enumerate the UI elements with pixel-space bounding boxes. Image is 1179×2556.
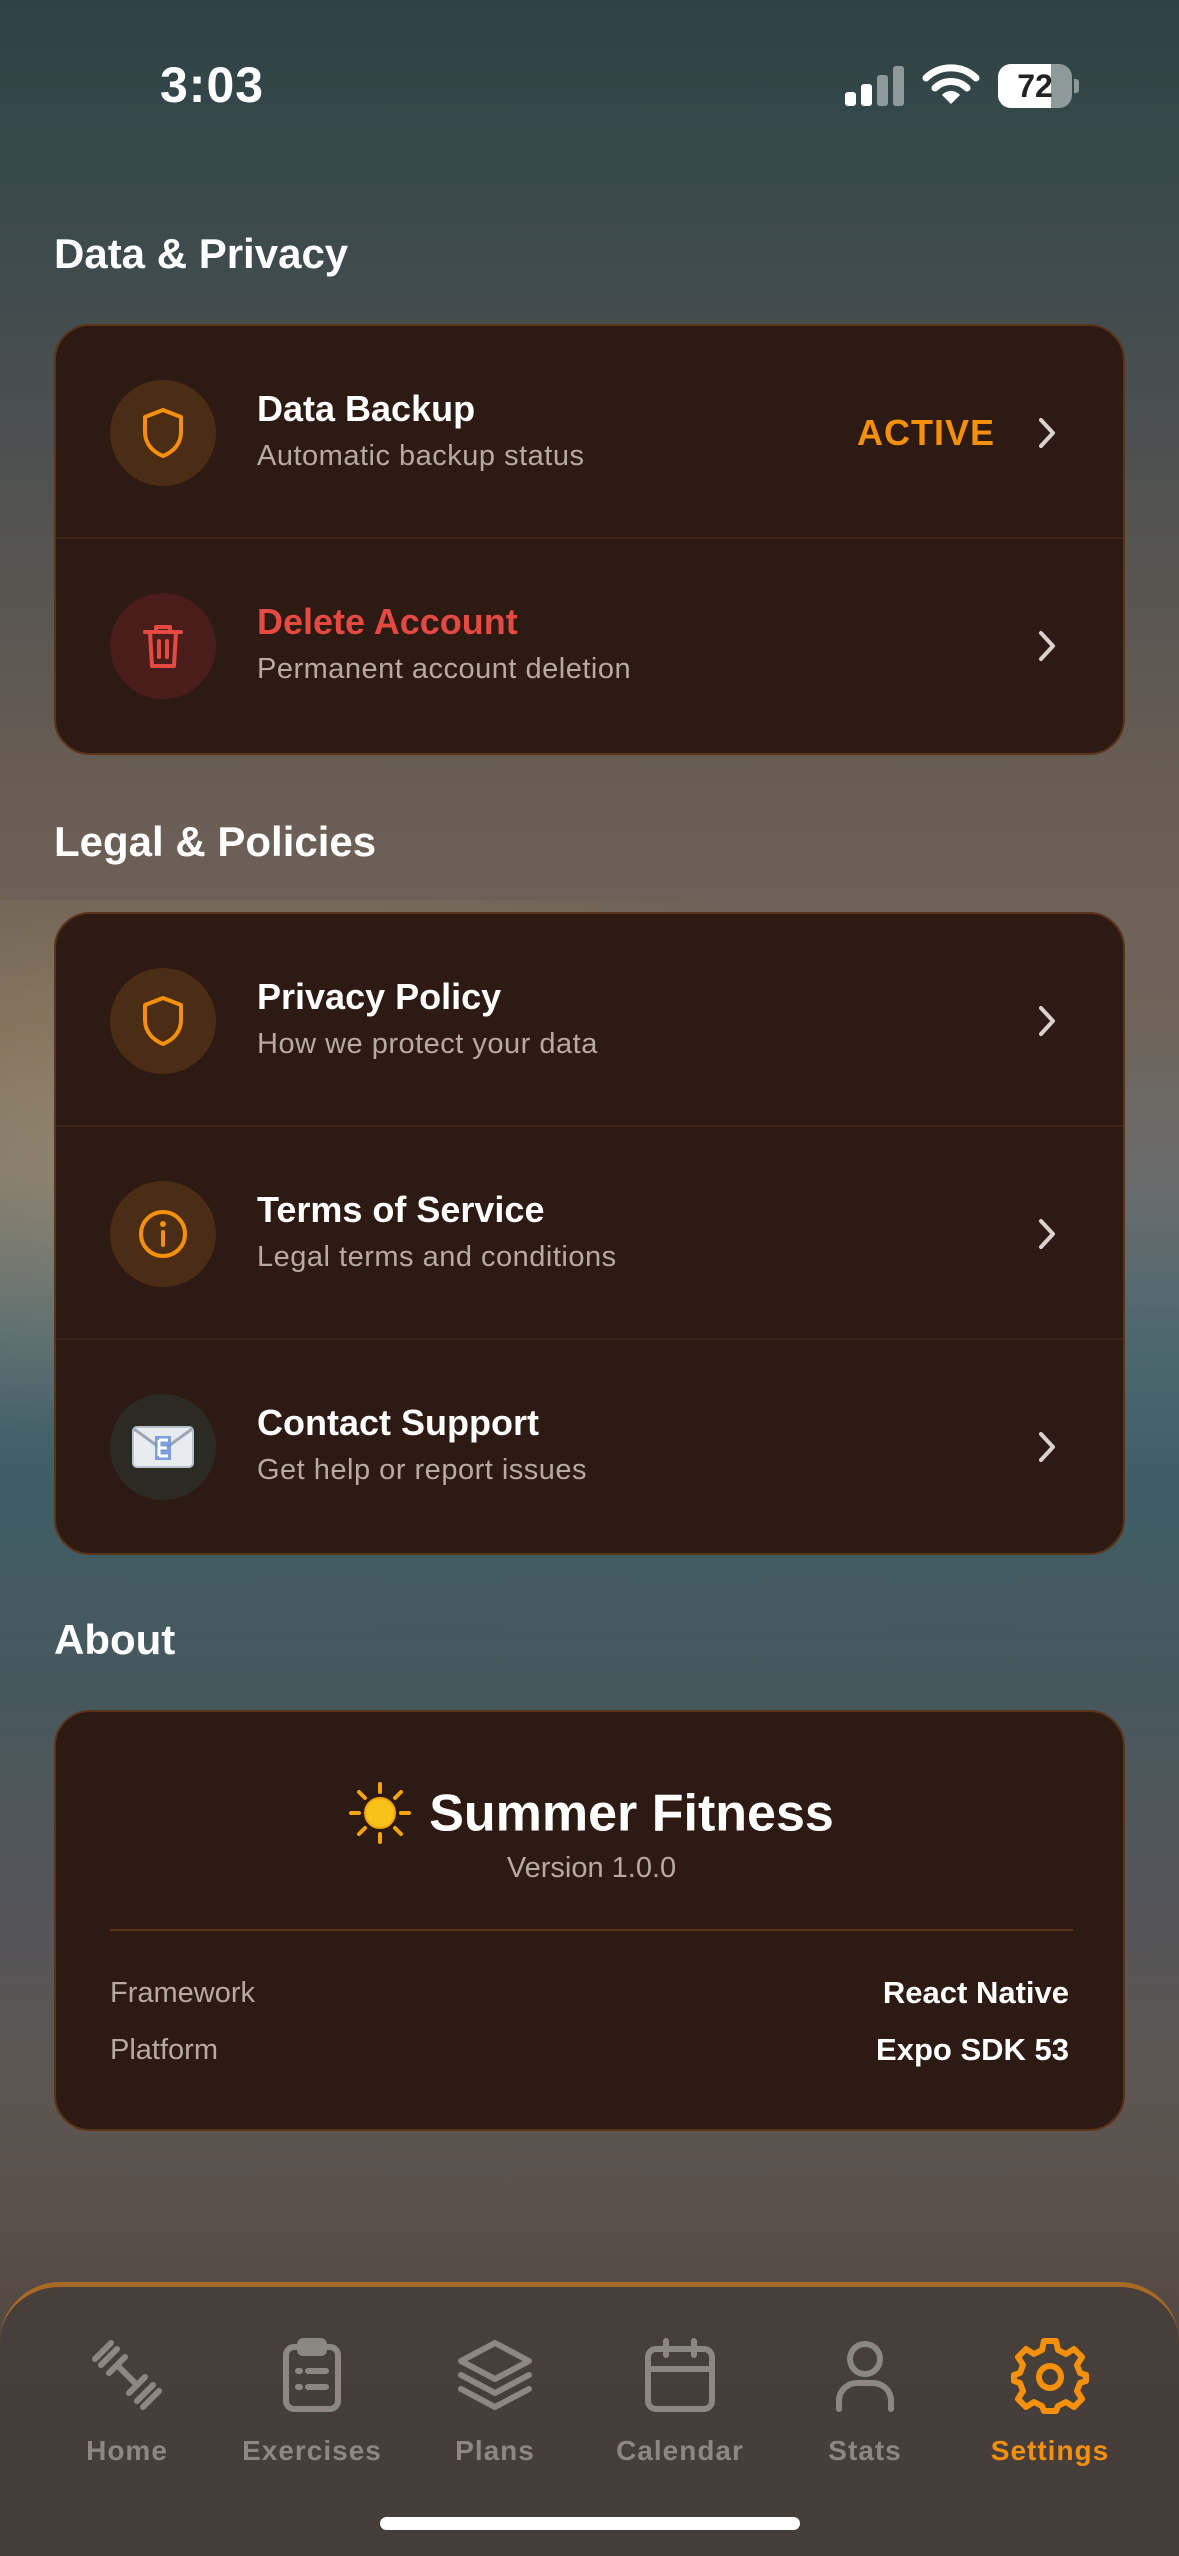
contact-support-row[interactable]: Contact Support Get help or report issue… xyxy=(56,1340,1123,1553)
status-bar: 3:03 72 xyxy=(0,0,1179,170)
terms-of-service-subtitle: Legal terms and conditions xyxy=(257,1241,617,1273)
terms-of-service-title: Terms of Service xyxy=(257,1189,545,1230)
tab-settings[interactable]: Settings xyxy=(960,2335,1140,2485)
calendar-icon xyxy=(645,2338,715,2412)
contact-support-title: Contact Support xyxy=(257,1402,539,1443)
user-icon xyxy=(836,2341,894,2412)
chevron-right-icon xyxy=(1039,1006,1055,1036)
contact-support-subtitle: Get help or report issues xyxy=(257,1454,588,1486)
tab-stats[interactable]: Stats xyxy=(775,2335,955,2485)
status-time: 3:03 xyxy=(160,57,265,113)
shield-icon xyxy=(110,380,216,486)
privacy-policy-row[interactable]: Privacy Policy How we protect your data xyxy=(56,914,1123,1127)
data-privacy-card: Data Backup Automatic backup status ACTI… xyxy=(54,324,1125,755)
terms-of-service-row[interactable]: Terms of Service Legal terms and conditi… xyxy=(56,1127,1123,1340)
tab-calendar[interactable]: Calendar xyxy=(590,2335,770,2485)
chevron-right-icon xyxy=(1039,631,1055,661)
tab-home[interactable]: Home xyxy=(37,2335,217,2485)
layers-icon xyxy=(458,2340,532,2410)
tab-label-stats: Stats xyxy=(828,2435,902,2466)
info-icon xyxy=(110,1181,216,1287)
tab-plans[interactable]: Plans xyxy=(405,2335,585,2485)
delete-account-subtitle: Permanent account deletion xyxy=(257,653,632,685)
data-backup-title: Data Backup xyxy=(257,388,476,429)
tab-label-plans: Plans xyxy=(455,2435,535,2466)
tab-label-exercises: Exercises xyxy=(242,2435,382,2466)
tab-label-home: Home xyxy=(86,2435,168,2466)
tab-exercises[interactable]: Exercises xyxy=(222,2335,402,2485)
framework-value: React Native xyxy=(882,1975,1069,2010)
tab-label-calendar: Calendar xyxy=(616,2435,744,2466)
data-backup-subtitle: Automatic backup status xyxy=(257,440,585,472)
cellular-signal-icon xyxy=(845,64,905,106)
battery-level: 72 xyxy=(1017,68,1053,104)
platform-value: Expo SDK 53 xyxy=(876,2032,1069,2067)
about-card: Summer Fitness Version 1.0.0 Framework R… xyxy=(54,1710,1125,2131)
wifi-icon xyxy=(922,64,980,104)
framework-label: Framework xyxy=(110,1977,256,2009)
battery-icon: 72 xyxy=(998,64,1079,108)
tab-label-settings: Settings xyxy=(990,2435,1110,2466)
delete-account-row[interactable]: Delete Account Permanent account deletio… xyxy=(56,539,1123,752)
data-backup-row[interactable]: Data Backup Automatic backup status ACTI… xyxy=(56,326,1123,539)
privacy-policy-title: Privacy Policy xyxy=(257,976,502,1017)
legal-card: Privacy Policy How we protect your data … xyxy=(54,912,1125,1555)
chevron-right-icon xyxy=(1039,1432,1055,1462)
app-version: Version 1.0.0 xyxy=(506,1852,677,1884)
app-name: Summer Fitness xyxy=(429,1784,834,1843)
delete-account-title: Delete Account xyxy=(257,601,518,642)
envelope-icon xyxy=(110,1394,216,1500)
clipboard-icon xyxy=(283,2338,341,2412)
gear-icon xyxy=(1011,2338,1089,2414)
section-title-data-privacy: Data & Privacy xyxy=(54,230,349,277)
home-indicator[interactable] xyxy=(380,2517,800,2530)
sun-icon xyxy=(349,1782,412,1845)
chevron-right-icon xyxy=(1039,418,1055,448)
dumbbell-icon xyxy=(92,2340,162,2410)
about-divider xyxy=(110,1929,1073,1931)
shield-icon xyxy=(110,968,216,1074)
section-title-legal: Legal & Policies xyxy=(54,818,377,865)
privacy-policy-subtitle: How we protect your data xyxy=(257,1028,598,1060)
section-title-about: About xyxy=(54,1616,176,1663)
platform-label: Platform xyxy=(110,2034,218,2066)
app-title: Summer Fitness xyxy=(56,1780,1123,1845)
tab-bar: Home Exercises Plans Calendar Stats Sett… xyxy=(0,2282,1179,2556)
chevron-right-icon xyxy=(1039,1219,1055,1249)
trash-icon xyxy=(110,593,216,699)
backup-status-badge: ACTIVE xyxy=(856,412,995,453)
